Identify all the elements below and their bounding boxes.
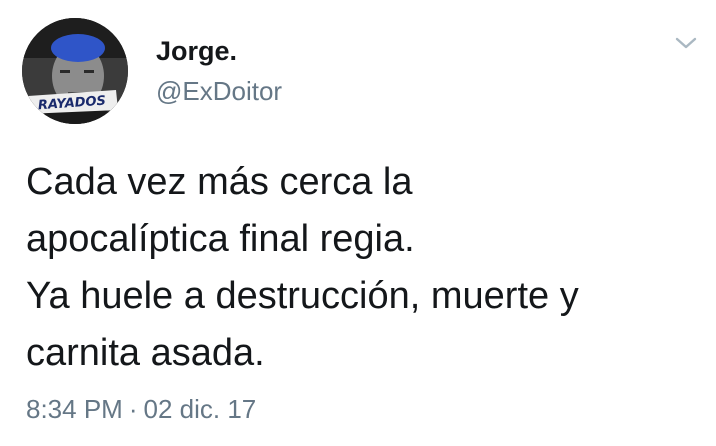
tweet-text-line: carnita asada. xyxy=(26,332,265,374)
tweet-text: Cada vez más cerca la apocalíptica final… xyxy=(26,154,696,382)
tweet-timestamp[interactable]: 8:34 PM · 02 dic. 17 xyxy=(26,394,256,425)
display-name[interactable]: Jorge. xyxy=(156,36,237,67)
timestamp-separator: · xyxy=(128,394,138,424)
avatar[interactable]: RAYADOS xyxy=(22,18,128,124)
avatar-image: RAYADOS xyxy=(22,18,128,124)
tweet-text-line: apocalíptica final regia. xyxy=(26,218,415,260)
user-handle[interactable]: @ExDoitor xyxy=(156,76,282,107)
tweet-text-line: Cada vez más cerca la xyxy=(26,161,413,203)
tweet-card: RAYADOS Jorge. @ExDoitor Cada vez más ce… xyxy=(0,0,716,446)
tweet-text-line: Ya huele a destrucción, muerte y xyxy=(26,275,579,317)
chevron-down-icon[interactable] xyxy=(674,34,698,52)
tweet-date: 02 dic. 17 xyxy=(143,394,257,424)
tweet-time: 8:34 PM xyxy=(26,394,123,424)
